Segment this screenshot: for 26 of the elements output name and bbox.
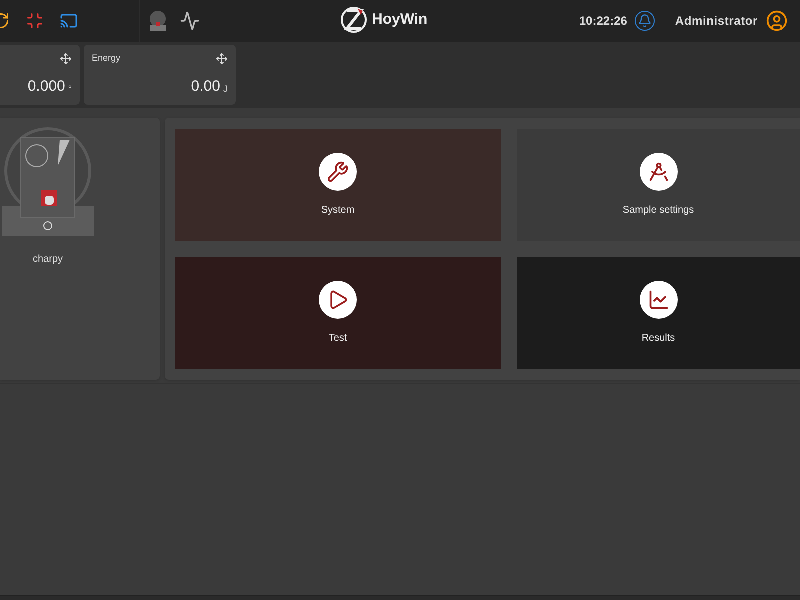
user-icon[interactable] <box>766 10 788 32</box>
play-icon <box>319 280 357 318</box>
logo-icon <box>340 6 368 34</box>
menu-tile[interactable]: Test <box>175 257 501 369</box>
clock-time: 10:22:26 <box>579 13 628 30</box>
compass-icon <box>640 152 678 190</box>
menu-tile[interactable]: Results <box>517 257 800 369</box>
machine-name[interactable]: charpy <box>33 252 64 267</box>
cast-icon[interactable] <box>60 12 78 30</box>
menu-tile[interactable]: System <box>175 129 501 241</box>
move-icon[interactable] <box>60 53 72 65</box>
readout-value: 0.000 <box>28 79 66 94</box>
move-icon[interactable] <box>216 53 228 65</box>
readout-unit: ° <box>68 85 72 94</box>
minimize-icon[interactable] <box>26 12 44 30</box>
wrench-icon <box>319 152 357 190</box>
brand-name: HoyWin <box>372 10 428 30</box>
notification-bell-icon[interactable] <box>635 11 656 31</box>
line-chart-icon <box>640 280 678 318</box>
readout-value: 0.00 <box>191 79 220 94</box>
machine-icon[interactable] <box>148 10 168 32</box>
pulse-icon[interactable] <box>180 11 200 31</box>
readout-label: Energy <box>92 52 121 65</box>
menu-tile[interactable]: Sample settings <box>517 129 800 241</box>
user-name[interactable]: Administrator <box>675 12 758 30</box>
readout-unit: J <box>224 85 228 94</box>
